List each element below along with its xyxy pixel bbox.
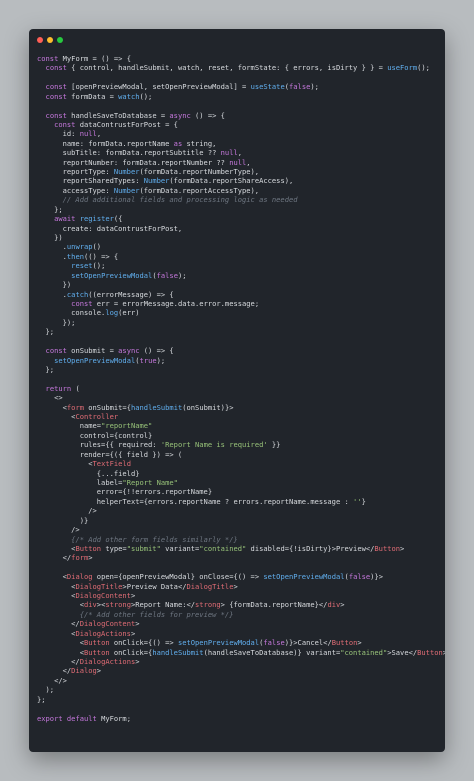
code-line: <Dialog open={openPreviewModal} onClose=…: [37, 572, 383, 582]
code-line: </form>: [37, 553, 93, 563]
code-line: reportSharedTypes: Number(formData.repor…: [37, 176, 294, 186]
code-line: {...field}: [37, 468, 140, 478]
code-line: };: [37, 327, 55, 337]
code-line: const [openPreviewModal, setOpenPreviewM…: [45, 82, 319, 92]
code-line: />: [37, 506, 97, 516]
code-line: reset();: [71, 261, 106, 271]
code-line: render={({ field }) => (: [37, 449, 183, 459]
code-line: <div><strong>Report Name:</strong> {form…: [37, 600, 345, 610]
code-line: <DialogTitle>Preview Data</DialogTitle>: [37, 581, 238, 591]
code-line: label="Report Name": [37, 477, 178, 487]
code-line: const MyForm = () => {: [37, 54, 131, 63]
code-line: />: [37, 525, 80, 535]
code-line: const dataContrustForPost = {: [54, 119, 178, 129]
code-line: .unwrap(): [37, 242, 102, 252]
code-line: }): [37, 233, 63, 243]
code-line: <Button onClick={handleSubmit(handleSave…: [37, 647, 445, 657]
code-line: <Controller: [37, 412, 119, 422]
code-line: rules={{ required: 'Report Name is requi…: [37, 440, 281, 450]
code-line: <DialogActions>: [37, 628, 136, 638]
code-line: <form onSubmit={handleSubmit(onSubmit)}>: [37, 402, 234, 412]
maximize-dot-icon[interactable]: [57, 37, 63, 43]
code-line: };: [37, 364, 55, 374]
code-line: name: formData.reportName as string,: [37, 138, 217, 148]
code-line: reportType: Number(formData.reportNumber…: [37, 167, 260, 177]
code-line: .then(() => {: [37, 251, 119, 261]
code-line: <>: [37, 393, 63, 403]
code-line: );: [37, 685, 55, 695]
window-titlebar: [29, 29, 445, 51]
code-line: </>: [37, 675, 67, 685]
code-line: const onSubmit = async () => {: [45, 346, 174, 356]
code-line: };: [37, 694, 46, 704]
code-line: error={!!errors.reportName}: [37, 487, 213, 497]
code-line: <DialogContent>: [37, 591, 136, 601]
code-line: {/* Add other fields for preview */}: [79, 609, 234, 619]
code-line: // Add additional fields and processing …: [62, 195, 298, 205]
code-line: console.log(err): [37, 308, 140, 318]
code-block: const MyForm = () => { const { control, …: [37, 54, 445, 744]
code-line: helperText={errors.reportName ? errors.r…: [37, 496, 366, 506]
code-line: accessType: Number(formData.reportAccess…: [37, 185, 260, 195]
code-line: setOpenPreviewModal(true);: [54, 355, 166, 365]
code-line: await register({: [54, 214, 123, 224]
code-window: const MyForm = () => { const { control, …: [29, 29, 445, 752]
code-line: </DialogContent>: [37, 619, 140, 629]
code-line: };: [37, 204, 63, 214]
code-line: const formData = watch();: [45, 91, 153, 101]
code-line: const err = errorMessage.data.error.mess…: [71, 298, 260, 308]
code-line: setOpenPreviewModal(false);: [71, 270, 187, 280]
code-line: <Button type="submit" variant="contained…: [37, 543, 405, 553]
code-line: </DialogActions>: [37, 657, 140, 666]
minimize-dot-icon[interactable]: [47, 37, 53, 43]
code-line: });: [37, 317, 76, 327]
code-line: name="reportName": [37, 421, 153, 431]
code-line: <Button onClick={() => setOpenPreviewMod…: [37, 638, 362, 648]
code-line: reportNumber: formData.reportNumber ?? n…: [37, 157, 251, 167]
code-line: {/* Add other form fields similarly */}: [71, 534, 238, 544]
code-line: subTitle: formData.reportSubtitle ?? nul…: [37, 148, 243, 158]
code-line: }): [37, 280, 72, 290]
code-line: create: dataContrustForPost,: [37, 223, 183, 233]
code-line: .catch((errorMessage) => {: [37, 289, 174, 299]
code-line: </Dialog>: [37, 666, 102, 676]
code-line: id: null,: [37, 129, 102, 139]
close-dot-icon[interactable]: [37, 37, 43, 43]
code-line: const handleSaveToDatabase = async () =>…: [45, 110, 225, 120]
code-line: control={control}: [37, 430, 153, 440]
code-line: <TextField: [37, 459, 131, 469]
code-line: )}: [37, 515, 89, 525]
code-line: const { control, handleSubmit, watch, re…: [45, 63, 430, 73]
code-line: return (: [45, 383, 80, 393]
code-line: export default MyForm;: [37, 713, 131, 723]
